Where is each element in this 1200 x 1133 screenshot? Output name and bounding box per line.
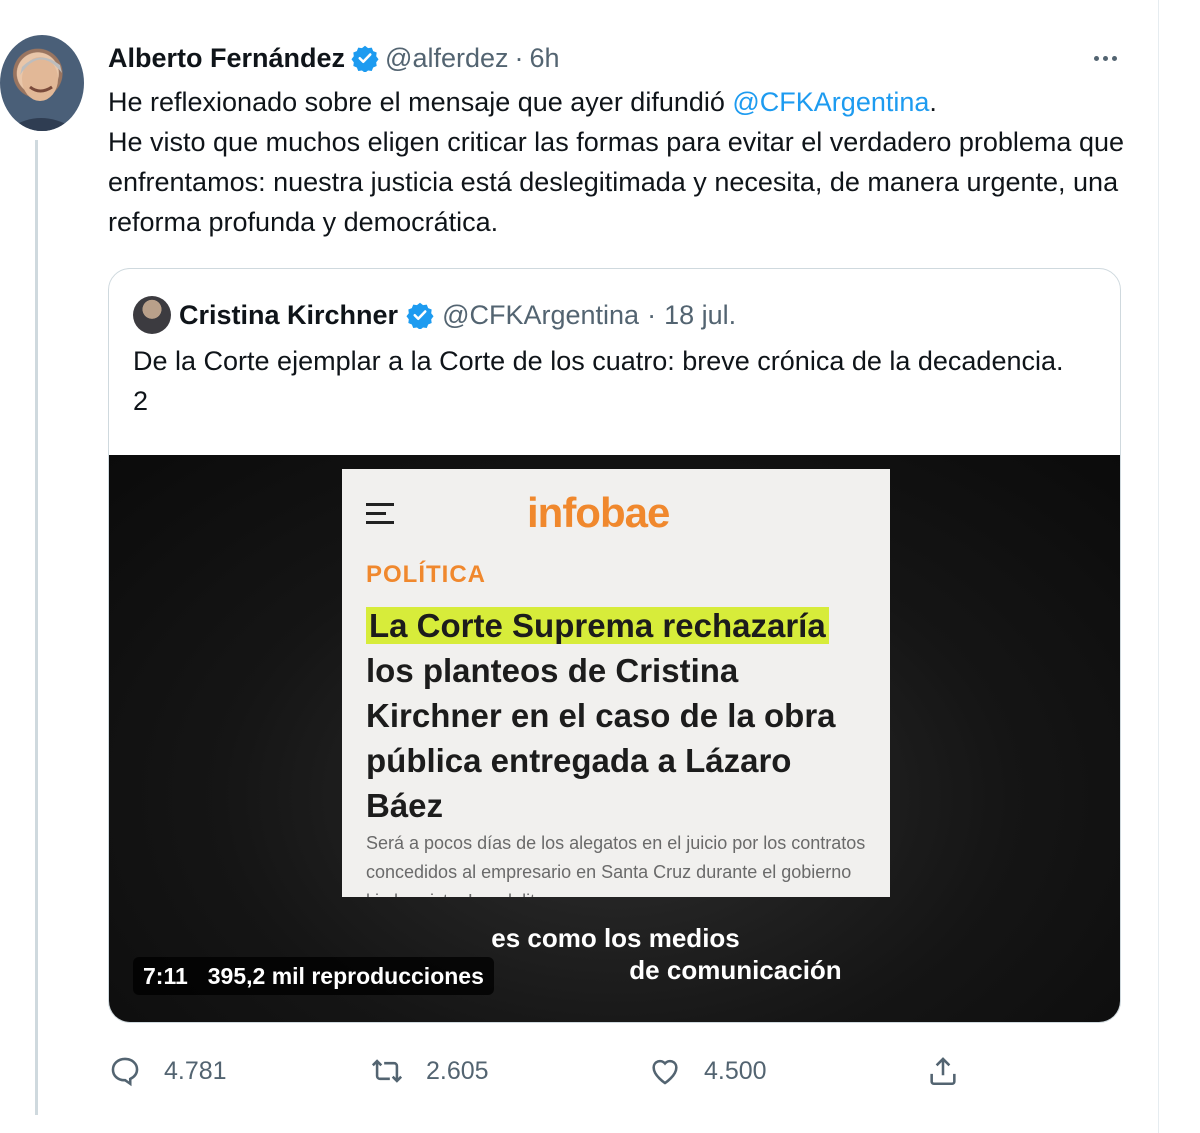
author-handle[interactable]: @alferdez xyxy=(385,43,508,74)
video-stats-overlay: 7:11 395,2 mil reproducciones xyxy=(133,957,494,995)
video-player[interactable]: infobae POLÍTICA La Corte Suprema rechaz… xyxy=(109,455,1120,1022)
like-count: 4.500 xyxy=(704,1056,767,1085)
retweet-count: 2.605 xyxy=(426,1056,489,1085)
headline-highlight: La Corte Suprema rechazaría xyxy=(366,607,829,644)
mention-link[interactable]: @CFKArgentina xyxy=(732,87,929,117)
retweet-button[interactable]: 2.605 xyxy=(370,1050,489,1092)
tweet-text-suffix: . xyxy=(929,87,937,117)
article-headline: La Corte Suprema rechazaría los planteos… xyxy=(366,603,876,828)
share-button[interactable] xyxy=(926,1050,960,1092)
quoted-author-display-name: Cristina Kirchner xyxy=(179,299,399,330)
quoted-tweet-header: Cristina Kirchner @CFKArgentina · 18 jul… xyxy=(133,295,736,335)
reply-button[interactable]: 4.781 xyxy=(108,1050,227,1092)
verified-badge-icon xyxy=(351,45,379,72)
video-views: 395,2 mil reproducciones xyxy=(207,962,484,989)
headline-rest: los planteos de Cristina Kirchner en el … xyxy=(366,652,836,824)
quoted-author-handle: @CFKArgentina xyxy=(442,299,640,330)
tweet-text-prefix: He reflexionado sobre el mensaje que aye… xyxy=(108,87,733,117)
video-caption-line1: es como los medios xyxy=(491,923,740,953)
column-divider xyxy=(1158,0,1159,1133)
quoted-tweet-text: De la Corte ejemplar a la Corte de los c… xyxy=(133,346,1064,416)
author-display-name[interactable]: Alberto Fernández xyxy=(108,43,345,74)
quoted-author-avatar xyxy=(133,296,171,334)
reply-icon xyxy=(111,1057,139,1087)
tweet-timestamp[interactable]: 6h xyxy=(530,43,560,74)
retweet-icon xyxy=(371,1059,403,1083)
article-screenshot: infobae POLÍTICA La Corte Suprema rechaz… xyxy=(342,469,890,897)
header-separator: · xyxy=(514,42,524,73)
quoted-tweet-card[interactable]: Cristina Kirchner @CFKArgentina · 18 jul… xyxy=(108,268,1121,1023)
tweet-text: He reflexionado sobre el mensaje que aye… xyxy=(108,82,1128,242)
reply-count: 4.781 xyxy=(164,1056,227,1085)
tweet-actions: 4.781 2.605 4.500 xyxy=(108,1050,1128,1092)
share-icon xyxy=(930,1057,956,1086)
thread-line xyxy=(35,140,38,1115)
more-options-icon[interactable] xyxy=(1088,44,1122,72)
hamburger-menu-icon xyxy=(366,503,396,525)
like-button[interactable]: 4.500 xyxy=(648,1050,767,1092)
quoted-tweet-date: 18 jul. xyxy=(664,299,737,330)
article-section-label: POLÍTICA xyxy=(366,561,486,588)
verified-badge-icon xyxy=(406,302,434,329)
tweet-header: Alberto Fernández @alferdez · 6h xyxy=(108,38,560,78)
tweet-text-paragraph: He visto que muchos eligen criticar las … xyxy=(108,127,1124,237)
article-summary: Será a pocos días de los alegatos en el … xyxy=(366,833,866,897)
author-avatar[interactable] xyxy=(0,35,84,131)
heart-icon xyxy=(652,1059,678,1085)
infobae-logo: infobae xyxy=(527,489,670,536)
quoted-header-separator: · xyxy=(647,299,657,330)
video-duration: 7:11 xyxy=(143,962,188,989)
tweet-text-line1: He reflexionado sobre el mensaje que aye… xyxy=(108,82,1128,122)
